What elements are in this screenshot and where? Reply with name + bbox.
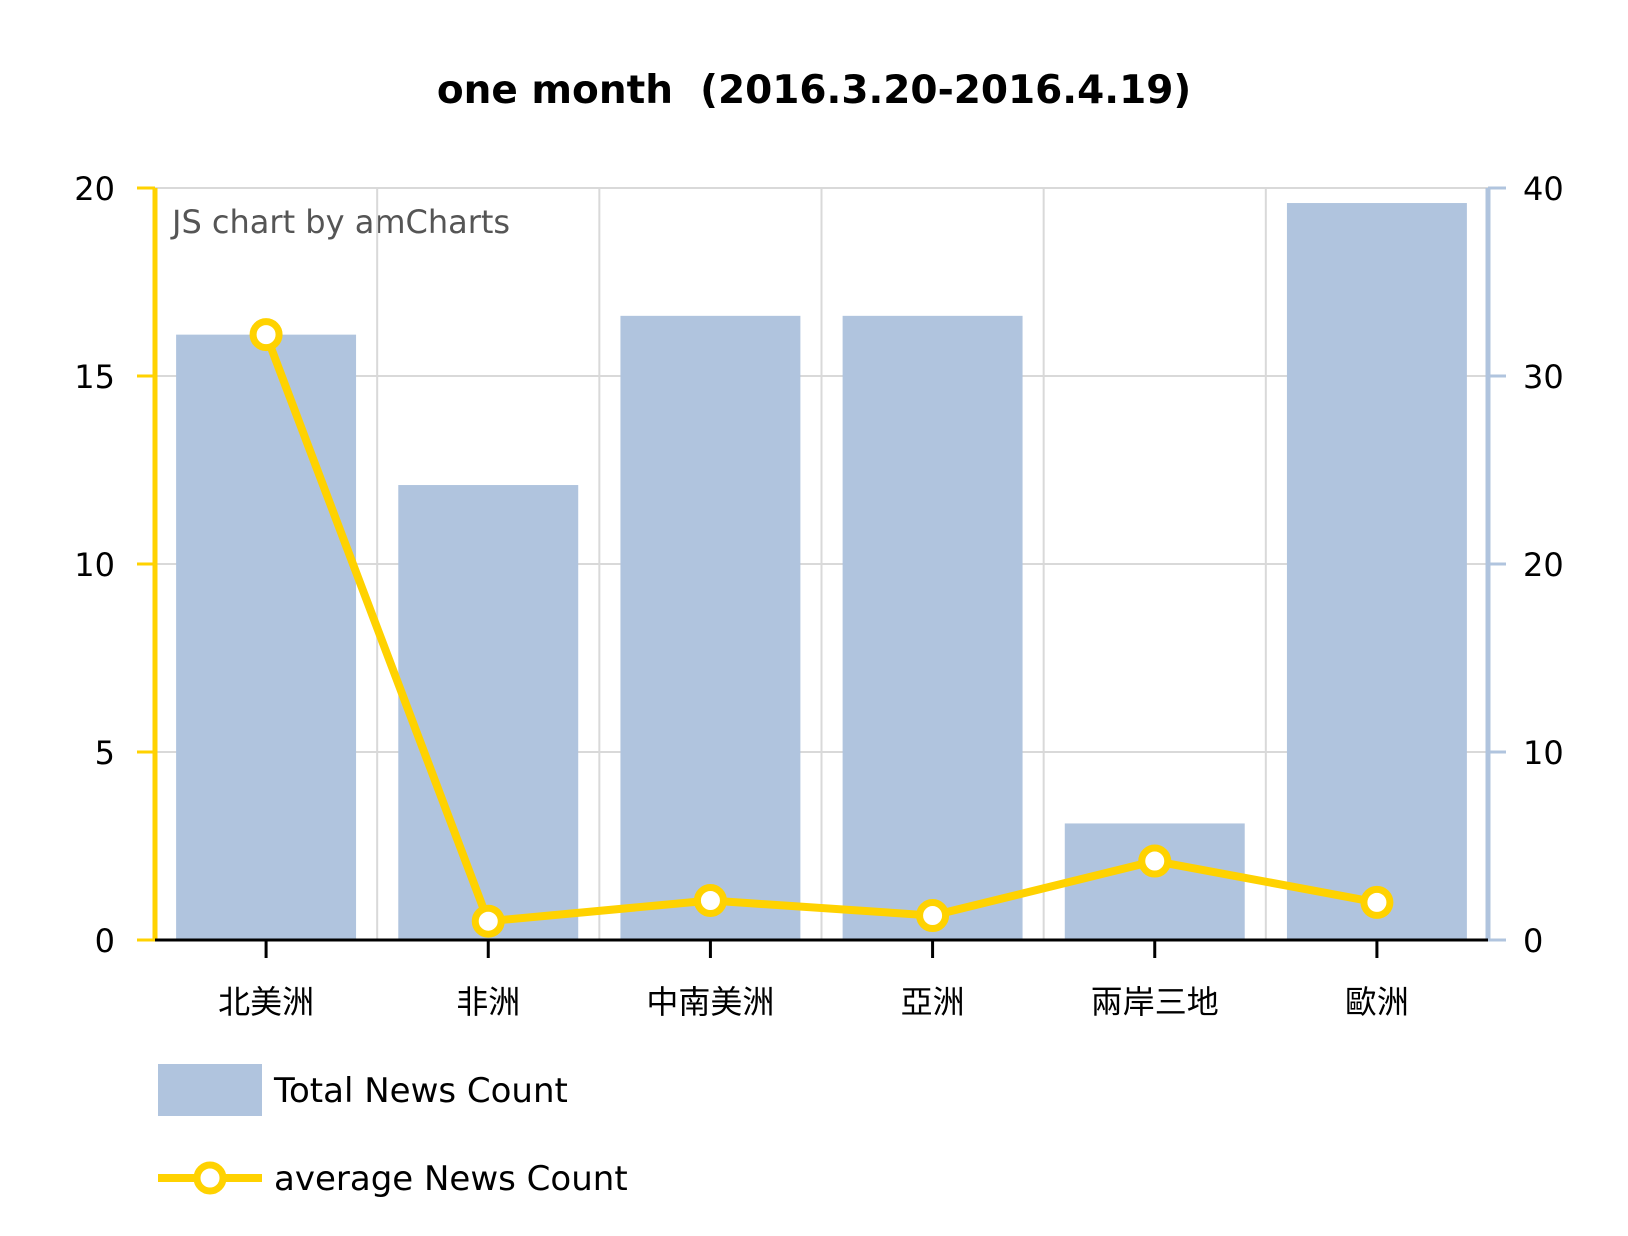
legend-item[interactable]: Total News Count xyxy=(158,1064,568,1116)
left-axis-tick-label: 5 xyxy=(95,734,115,772)
bar-非洲[interactable] xyxy=(398,485,579,940)
bar-亞洲[interactable] xyxy=(842,315,1023,941)
bar-中南美洲[interactable] xyxy=(620,315,801,941)
right-axis-tick-label: 30 xyxy=(1523,358,1564,396)
category-axis-label: 歐洲 xyxy=(1345,983,1409,1021)
left-axis-tick-label: 10 xyxy=(74,546,115,584)
right-axis-tick-label: 0 xyxy=(1523,922,1543,960)
chart-title: one month (2016.3.20-2016.4.19) xyxy=(437,68,1191,113)
line-point-中南美洲[interactable] xyxy=(693,884,727,918)
category-axis-label: 亞洲 xyxy=(901,983,965,1021)
bar-歐洲[interactable] xyxy=(1286,203,1467,941)
line-point-兩岸三地[interactable] xyxy=(1138,844,1172,878)
legend-label: Total News Count xyxy=(273,1071,568,1111)
line-point-非洲[interactable] xyxy=(471,904,505,938)
left-axis-tick-label: 15 xyxy=(74,358,115,396)
category-axis-label: 中南美洲 xyxy=(646,983,774,1021)
right-axis-tick-label: 10 xyxy=(1523,734,1564,772)
legend: Total News Count average News Count xyxy=(158,1064,628,1199)
legend-item[interactable]: average News Count xyxy=(158,1159,628,1199)
legend-bar-swatch xyxy=(158,1064,262,1116)
category-axis-label: 北美洲 xyxy=(218,983,314,1021)
chart-container: one month (2016.3.20-2016.4.19) JS chart… xyxy=(0,0,1628,1232)
combo-chart: one month (2016.3.20-2016.4.19) JS chart… xyxy=(74,68,1564,1199)
category-axis-label: 非洲 xyxy=(456,983,520,1021)
bar-兩岸三地[interactable] xyxy=(1064,823,1245,940)
line-point-歐洲[interactable] xyxy=(1360,885,1394,919)
legend-line-marker xyxy=(193,1161,227,1195)
right-axis-tick-label: 40 xyxy=(1523,170,1564,208)
amcharts-watermark-link[interactable]: JS chart by amCharts xyxy=(170,203,510,241)
line-point-亞洲[interactable] xyxy=(916,899,950,933)
line-point-北美洲[interactable] xyxy=(249,318,283,352)
category-axis-label: 兩岸三地 xyxy=(1091,983,1219,1021)
right-axis-tick-label: 20 xyxy=(1523,546,1564,584)
left-axis-tick-label: 20 xyxy=(74,170,115,208)
bar-北美洲[interactable] xyxy=(176,334,357,940)
legend-label: average News Count xyxy=(274,1159,628,1199)
left-axis-tick-label: 0 xyxy=(95,922,115,960)
